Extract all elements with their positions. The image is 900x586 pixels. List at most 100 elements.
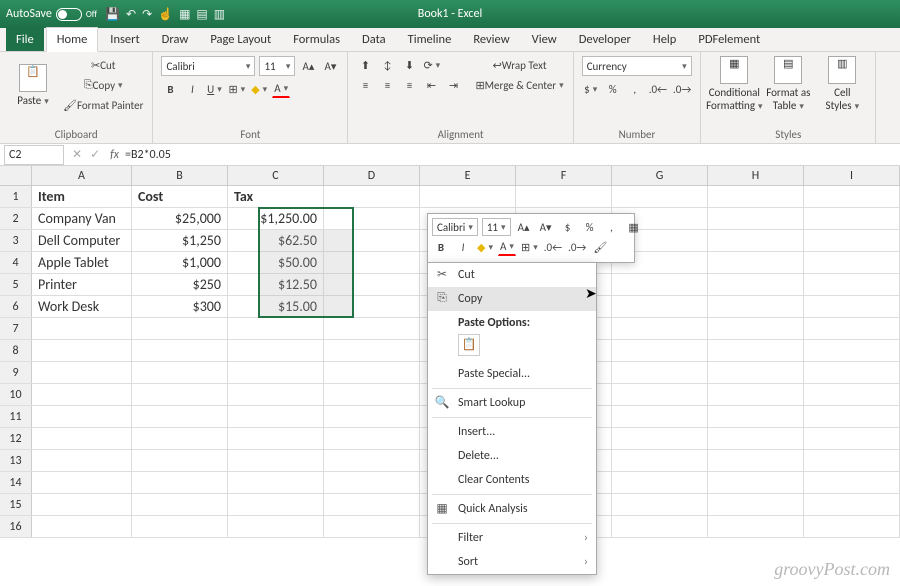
cell[interactable] <box>132 406 228 427</box>
cell-styles-button[interactable]: ▥Cell Styles <box>817 56 867 112</box>
cell[interactable] <box>228 494 324 515</box>
fill-color-button[interactable]: ◆ <box>250 80 268 98</box>
cell[interactable]: Work Desk <box>32 296 132 317</box>
cell[interactable] <box>324 274 420 295</box>
conditional-formatting-button[interactable]: ▦Conditional Formatting <box>709 56 759 112</box>
cell[interactable] <box>324 230 420 251</box>
cell[interactable] <box>228 384 324 405</box>
cell[interactable] <box>708 494 804 515</box>
cell[interactable] <box>32 494 132 515</box>
cell[interactable] <box>708 428 804 449</box>
cell[interactable] <box>804 406 900 427</box>
row-header[interactable]: 15 <box>0 494 32 515</box>
mini-font-color-icon[interactable]: A <box>498 238 516 256</box>
qat-icon[interactable]: ▦ <box>179 7 190 22</box>
row-header[interactable]: 11 <box>0 406 32 427</box>
col-header[interactable]: A <box>32 166 132 185</box>
cell[interactable] <box>324 428 420 449</box>
row-header[interactable]: 10 <box>0 384 32 405</box>
paste-button[interactable]: 📋 Paste <box>8 64 58 107</box>
row-header[interactable]: 3 <box>0 230 32 251</box>
qat-icon[interactable]: ▤ <box>196 7 207 22</box>
tab-developer[interactable]: Developer <box>569 28 641 51</box>
cell[interactable]: $1,250.00 <box>228 208 324 229</box>
cell[interactable] <box>708 384 804 405</box>
undo-icon[interactable]: ↶ <box>126 7 136 22</box>
cell[interactable] <box>708 252 804 273</box>
merge-center-button[interactable]: ⊞ Merge & Center <box>474 76 564 94</box>
cell[interactable] <box>612 384 708 405</box>
increase-font-icon[interactable]: A▴ <box>299 57 317 75</box>
cell[interactable] <box>708 406 804 427</box>
cell[interactable] <box>804 428 900 449</box>
cell[interactable] <box>612 318 708 339</box>
col-header[interactable]: H <box>708 166 804 185</box>
col-header[interactable]: D <box>324 166 420 185</box>
cell[interactable] <box>804 274 900 295</box>
cell[interactable] <box>324 208 420 229</box>
cell[interactable] <box>612 472 708 493</box>
ctx-insert[interactable]: Insert... <box>428 420 596 444</box>
align-middle-icon[interactable]: ↕ <box>378 56 396 74</box>
cell[interactable] <box>804 318 900 339</box>
row-header[interactable]: 6 <box>0 296 32 317</box>
fx-icon[interactable]: fx <box>104 148 125 162</box>
cell[interactable]: $12.50 <box>228 274 324 295</box>
cell[interactable] <box>612 428 708 449</box>
ctx-copy[interactable]: ⎘Copy <box>428 287 596 311</box>
cell[interactable] <box>612 450 708 471</box>
cell[interactable] <box>32 428 132 449</box>
cell[interactable] <box>132 472 228 493</box>
tab-insert[interactable]: Insert <box>100 28 149 51</box>
cell[interactable] <box>132 516 228 537</box>
comma-icon[interactable]: , <box>626 80 644 98</box>
cell[interactable] <box>132 384 228 405</box>
cell[interactable] <box>324 362 420 383</box>
number-format-select[interactable]: Currency <box>582 56 692 76</box>
cell[interactable]: Tax <box>228 186 324 207</box>
font-color-button[interactable]: A <box>272 80 290 98</box>
cell[interactable] <box>132 428 228 449</box>
cell[interactable]: Company Van <box>32 208 132 229</box>
cell[interactable] <box>804 450 900 471</box>
cell[interactable] <box>708 296 804 317</box>
mini-size-select[interactable]: 11 <box>482 218 511 236</box>
row-header[interactable]: 4 <box>0 252 32 273</box>
col-header[interactable]: C <box>228 166 324 185</box>
cell[interactable] <box>132 340 228 361</box>
cell[interactable] <box>228 406 324 427</box>
align-top-icon[interactable]: ⬆ <box>356 56 374 74</box>
cell[interactable] <box>708 362 804 383</box>
cell[interactable] <box>228 450 324 471</box>
cell[interactable] <box>804 494 900 515</box>
cell[interactable] <box>708 516 804 537</box>
redo-icon[interactable]: ↷ <box>142 7 152 22</box>
cell[interactable] <box>804 208 900 229</box>
mini-bold-icon[interactable]: B <box>432 238 450 256</box>
cell[interactable] <box>132 450 228 471</box>
cell[interactable] <box>228 516 324 537</box>
mini-percent-icon[interactable]: % <box>581 218 599 236</box>
underline-button[interactable]: U <box>205 80 223 98</box>
cell[interactable] <box>324 516 420 537</box>
row-header[interactable]: 9 <box>0 362 32 383</box>
cell[interactable] <box>420 186 516 207</box>
cell[interactable]: Dell Computer <box>32 230 132 251</box>
cell[interactable] <box>708 208 804 229</box>
cell[interactable] <box>132 362 228 383</box>
cell[interactable] <box>228 318 324 339</box>
cell[interactable] <box>32 362 132 383</box>
row[interactable]: 1ItemCostTax <box>0 186 900 208</box>
cell[interactable] <box>804 186 900 207</box>
cell[interactable] <box>324 494 420 515</box>
cell[interactable] <box>708 318 804 339</box>
font-size-select[interactable]: 11 <box>259 56 295 76</box>
tab-formulas[interactable]: Formulas <box>283 28 350 51</box>
cell[interactable] <box>708 274 804 295</box>
cell[interactable] <box>804 296 900 317</box>
cell[interactable] <box>804 252 900 273</box>
ctx-sort[interactable]: Sort <box>428 550 596 574</box>
cell[interactable] <box>132 494 228 515</box>
cell[interactable] <box>612 186 708 207</box>
row-header[interactable]: 12 <box>0 428 32 449</box>
